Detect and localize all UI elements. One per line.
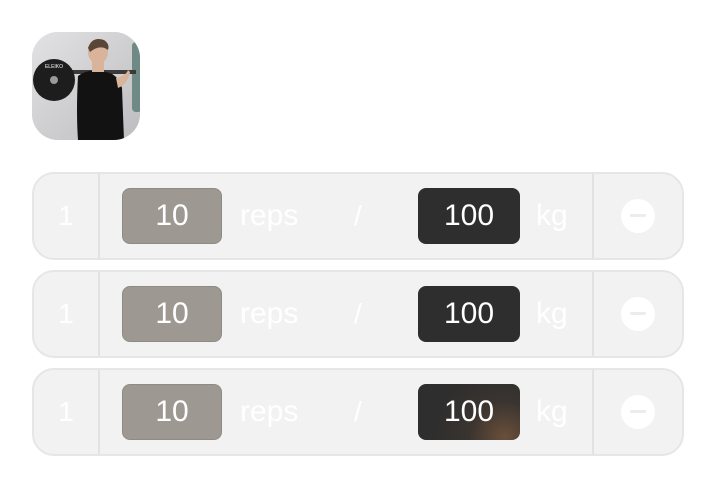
- separator: /: [354, 200, 362, 231]
- sets-list: 1 10 reps / 100 kg 1 10 reps / 100 kg 1 …: [32, 172, 684, 466]
- minus-circle-icon[interactable]: [621, 395, 655, 429]
- separator: /: [354, 298, 362, 329]
- minus-circle-icon[interactable]: [621, 199, 655, 233]
- separator: /: [354, 396, 362, 427]
- weight-input[interactable]: 100: [418, 286, 520, 342]
- exercise-thumbnail[interactable]: ELEIKO: [32, 32, 140, 140]
- weight-unit-label: kg: [536, 199, 568, 232]
- remove-set-cell: [592, 272, 682, 356]
- plate-brand-text: ELEIKO: [45, 64, 63, 70]
- weight-unit-label: kg: [536, 297, 568, 330]
- set-row: 1 10 reps / 100 kg: [32, 270, 684, 358]
- reps-input[interactable]: 10: [122, 286, 222, 342]
- reps-unit-label: reps: [240, 297, 299, 330]
- reps-input[interactable]: 10: [122, 188, 222, 244]
- remove-set-cell: [592, 174, 682, 258]
- weight-unit-label: kg: [536, 395, 568, 428]
- workout-sets-screen: ELEIKO 1 10 reps / 100 kg 1 10 reps / 10…: [0, 0, 716, 490]
- set-index: 1: [34, 174, 100, 258]
- set-index: 1: [34, 370, 100, 454]
- set-row: 1 10 reps / 100 kg: [32, 172, 684, 260]
- minus-circle-icon[interactable]: [621, 297, 655, 331]
- reps-input[interactable]: 10: [122, 384, 222, 440]
- remove-set-cell: [592, 370, 682, 454]
- reps-unit-label: reps: [240, 199, 299, 232]
- set-row: 1 10 reps / 100 kg: [32, 368, 684, 456]
- set-index: 1: [34, 272, 100, 356]
- weight-input[interactable]: 100: [418, 188, 520, 244]
- weight-input[interactable]: 100: [418, 384, 520, 440]
- reps-unit-label: reps: [240, 395, 299, 428]
- athlete-barbell-photo: ELEIKO: [32, 32, 140, 140]
